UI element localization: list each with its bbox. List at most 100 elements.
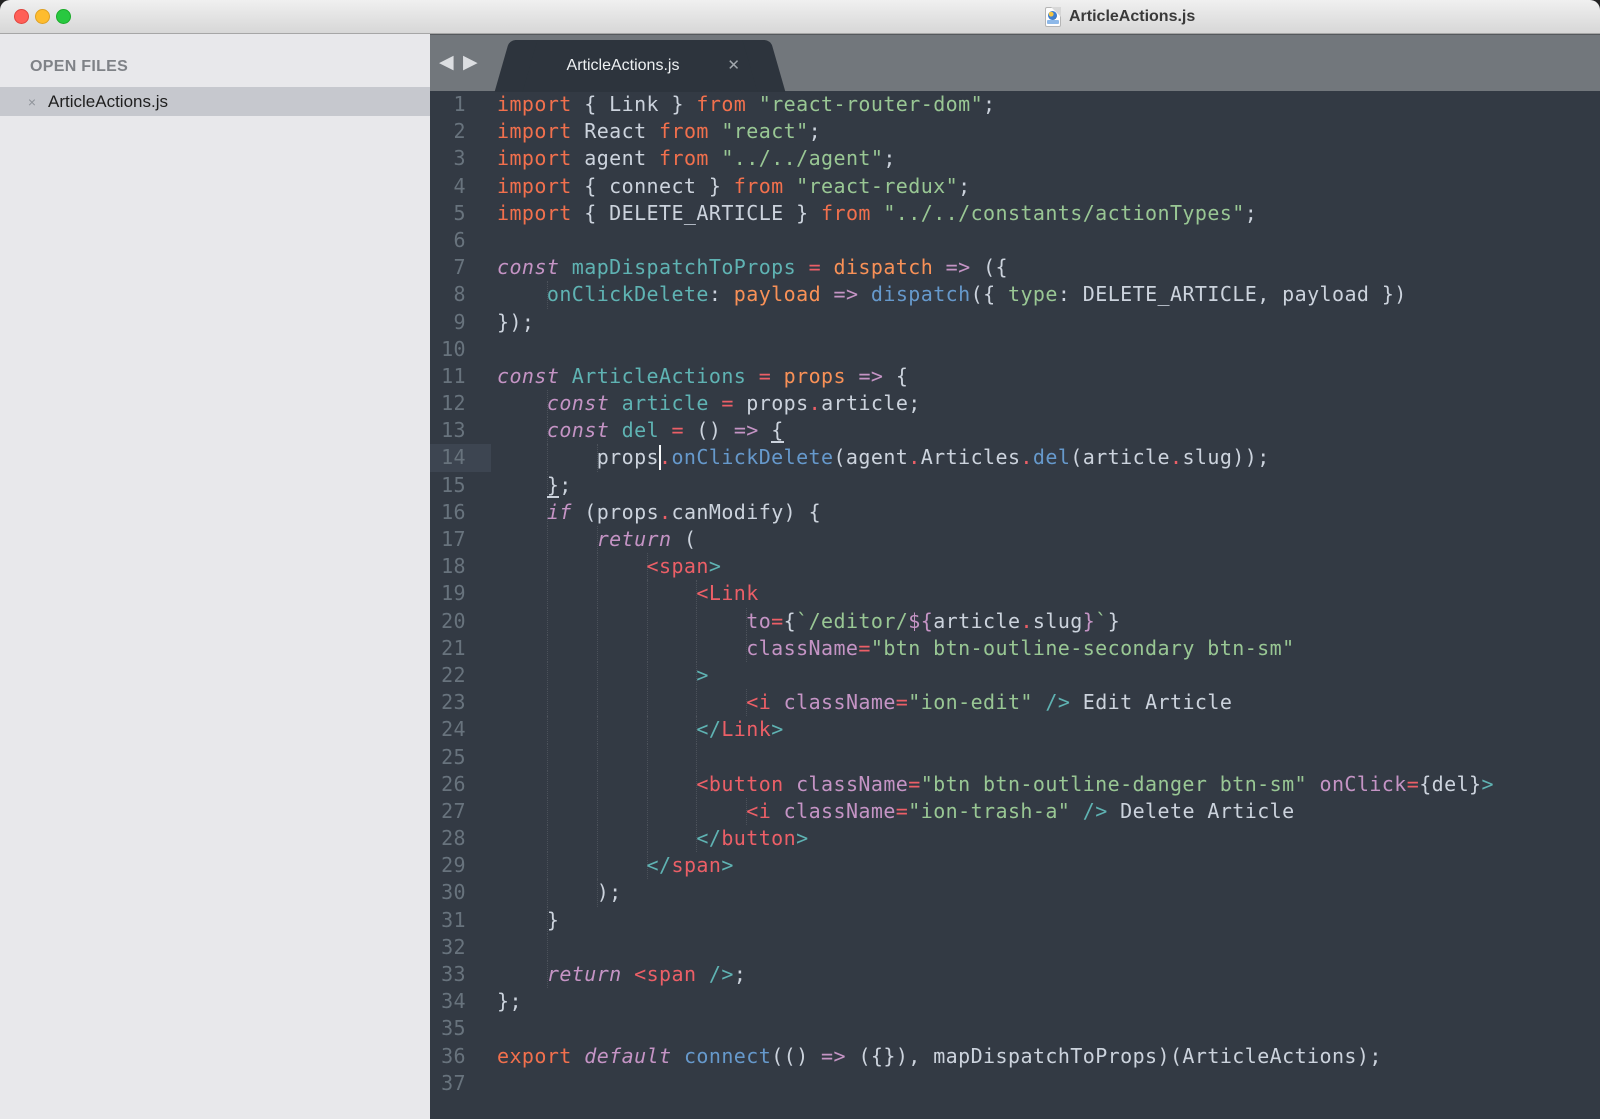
indent-guide bbox=[647, 798, 648, 825]
code-line: 14 props.onClickDelete(agent.Articles.de… bbox=[430, 444, 1600, 471]
indent-guide bbox=[597, 744, 598, 771]
code-line: 33 return <span />; bbox=[430, 961, 1600, 988]
minimize-window-button[interactable] bbox=[35, 9, 50, 24]
line-number: 19 bbox=[430, 580, 497, 607]
line-number: 15 bbox=[430, 472, 497, 499]
indent-guide bbox=[547, 689, 548, 716]
window-title: ArticleActions.js bbox=[1069, 8, 1195, 26]
line-number: 5 bbox=[430, 200, 497, 227]
line-number: 34 bbox=[430, 988, 497, 1015]
code-line-text: </button> bbox=[497, 825, 1600, 852]
code-line-text: to={`/editor/${article.slug}`} bbox=[497, 608, 1600, 635]
line-number: 10 bbox=[430, 336, 497, 363]
code-line-text: <i className="ion-trash-a" /> Delete Art… bbox=[497, 798, 1600, 825]
line-number: 37 bbox=[430, 1070, 497, 1097]
code-line-text bbox=[497, 744, 1600, 771]
line-number: 11 bbox=[430, 363, 497, 390]
indent-guide bbox=[696, 580, 697, 607]
line-number: 20 bbox=[430, 608, 497, 635]
code-line: 22 > bbox=[430, 662, 1600, 689]
indent-guide bbox=[597, 635, 598, 662]
indent-guide bbox=[547, 635, 548, 662]
indent-guide bbox=[547, 744, 548, 771]
app-window: ArticleActions.js OPEN FILES × ArticleAc… bbox=[0, 0, 1600, 1119]
indent-guide bbox=[547, 662, 548, 689]
tab-close-icon[interactable]: ✕ bbox=[727, 56, 740, 74]
code-line-text: import { connect } from "react-redux"; bbox=[497, 173, 1600, 200]
document-icon-fold bbox=[1051, 7, 1061, 17]
file-label: ArticleActions.js bbox=[48, 92, 168, 112]
code-line: 30 ); bbox=[430, 879, 1600, 906]
indent-guide bbox=[547, 716, 548, 743]
code-line-text: import React from "react"; bbox=[497, 118, 1600, 145]
indent-guide bbox=[647, 852, 648, 879]
indent-guide bbox=[597, 553, 598, 580]
indent-guide bbox=[696, 608, 697, 635]
indent-guide bbox=[647, 825, 648, 852]
line-number: 31 bbox=[430, 907, 497, 934]
indent-guide bbox=[696, 689, 697, 716]
code-line: 9}); bbox=[430, 309, 1600, 336]
code-line: 8 onClickDelete: payload => dispatch({ t… bbox=[430, 281, 1600, 308]
code-line-text: return <span />; bbox=[497, 961, 1600, 988]
line-number: 13 bbox=[430, 417, 497, 444]
indent-guide bbox=[597, 608, 598, 635]
indent-guide bbox=[597, 689, 598, 716]
code-line: 23 <i className="ion-edit" /> Edit Artic… bbox=[430, 689, 1600, 716]
line-number: 12 bbox=[430, 390, 497, 417]
line-number: 17 bbox=[430, 526, 497, 553]
indent-guide bbox=[597, 798, 598, 825]
indent-guide bbox=[647, 744, 648, 771]
code-line-text: onClickDelete: payload => dispatch({ typ… bbox=[497, 281, 1600, 308]
code-line-text: import { DELETE_ARTICLE } from "../../co… bbox=[497, 200, 1600, 227]
code-line-text: </Link> bbox=[497, 716, 1600, 743]
code-line: 7const mapDispatchToProps = dispatch => … bbox=[430, 254, 1600, 281]
code-line: 18 <span> bbox=[430, 553, 1600, 580]
line-number: 30 bbox=[430, 879, 497, 906]
indent-guide bbox=[647, 608, 648, 635]
code-line-text: import { Link } from "react-router-dom"; bbox=[497, 91, 1600, 118]
text-caret bbox=[659, 445, 661, 470]
code-editor[interactable]: 1import { Link } from "react-router-dom"… bbox=[430, 91, 1600, 1119]
indent-guide bbox=[547, 879, 548, 906]
indent-guide bbox=[696, 798, 697, 825]
indent-guide bbox=[696, 716, 697, 743]
line-number: 6 bbox=[430, 227, 497, 254]
code-line: 1import { Link } from "react-router-dom"… bbox=[430, 91, 1600, 118]
code-line-text: }); bbox=[497, 309, 1600, 336]
indent-guide bbox=[746, 608, 747, 635]
tab-articleactions[interactable]: ArticleActions.js ✕ bbox=[516, 40, 764, 92]
code-line: 19 <Link bbox=[430, 580, 1600, 607]
code-line: 29 </span> bbox=[430, 852, 1600, 879]
code-line: 16 if (props.canModify) { bbox=[430, 499, 1600, 526]
line-number: 26 bbox=[430, 771, 497, 798]
indent-guide bbox=[547, 417, 548, 444]
indent-guide bbox=[746, 798, 747, 825]
tab-label: ArticleActions.js bbox=[516, 40, 730, 92]
zoom-window-button[interactable] bbox=[56, 9, 71, 24]
indent-guide bbox=[547, 608, 548, 635]
line-number: 28 bbox=[430, 825, 497, 852]
code-line-text: </span> bbox=[497, 852, 1600, 879]
line-number: 24 bbox=[430, 716, 497, 743]
indent-guide bbox=[597, 662, 598, 689]
indent-guide bbox=[547, 825, 548, 852]
code-line-text: <span> bbox=[497, 553, 1600, 580]
close-window-button[interactable] bbox=[14, 9, 29, 24]
sidebar-item-articleactions[interactable]: × ArticleActions.js bbox=[0, 87, 430, 116]
indent-guide bbox=[547, 390, 548, 417]
code-line-text: const mapDispatchToProps = dispatch => (… bbox=[497, 254, 1600, 281]
line-number: 22 bbox=[430, 662, 497, 689]
code-line: 37 bbox=[430, 1070, 1600, 1097]
code-line-text: }; bbox=[497, 472, 1600, 499]
file-close-icon[interactable]: × bbox=[22, 94, 42, 110]
nav-back-icon[interactable]: ◀ bbox=[439, 52, 454, 74]
code-line-text bbox=[497, 1070, 1600, 1097]
indent-guide bbox=[696, 635, 697, 662]
line-number: 8 bbox=[430, 281, 497, 308]
main-split: OPEN FILES × ArticleActions.js ◀ ▶ Artic… bbox=[0, 34, 1600, 1119]
indent-guide bbox=[597, 526, 598, 553]
nav-forward-icon[interactable]: ▶ bbox=[463, 52, 478, 74]
code-line: 25 bbox=[430, 744, 1600, 771]
line-number: 29 bbox=[430, 852, 497, 879]
